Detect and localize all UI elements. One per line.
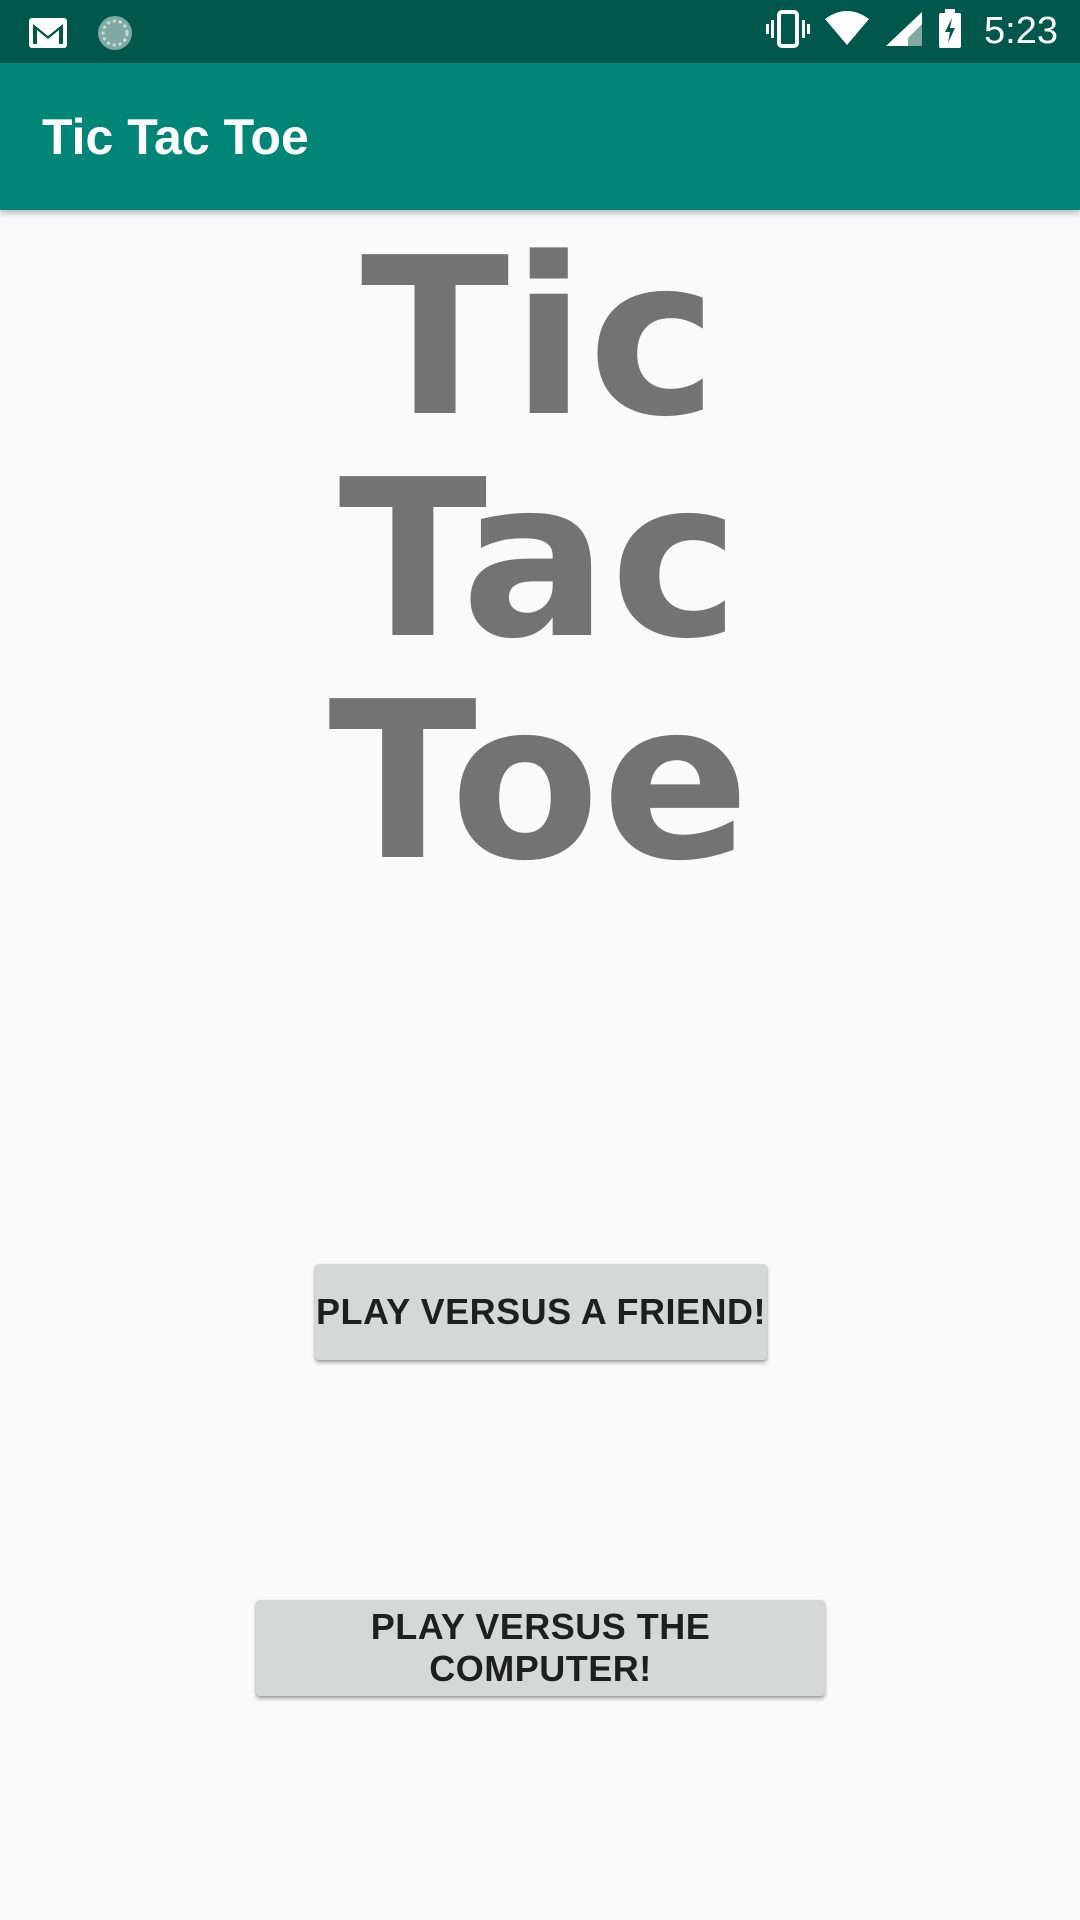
signal-icon — [884, 10, 924, 53]
app-bar: Tic Tac Toe — [0, 63, 1080, 210]
status-bar-system: 5:23 — [766, 0, 1058, 63]
play-versus-computer-button[interactable]: PLAY VERSUS THE COMPUTER! — [256, 1600, 825, 1696]
status-bar-notifications — [28, 14, 134, 57]
screen: 5:23 Tic Tac Toe Tic Tac Toe PLAY VERSUS… — [0, 0, 1080, 1920]
wifi-icon — [824, 11, 870, 52]
status-bar: 5:23 — [0, 0, 1080, 63]
battery-charging-icon — [938, 9, 962, 54]
gmail-icon — [28, 17, 68, 54]
play-versus-friend-button[interactable]: PLAY VERSUS A FRIEND! — [315, 1264, 767, 1360]
status-time: 5:23 — [984, 10, 1058, 52]
sync-icon — [96, 14, 134, 57]
hero-title: Tic Tac Toe — [328, 212, 752, 909]
app-title: Tic Tac Toe — [42, 109, 309, 165]
vibrate-icon — [766, 9, 811, 54]
